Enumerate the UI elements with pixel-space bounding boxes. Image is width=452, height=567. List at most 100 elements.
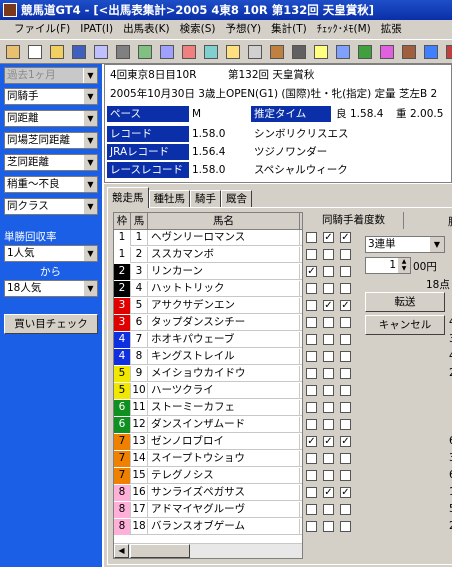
jockey-checkbox[interactable] <box>340 368 351 379</box>
table-row[interactable]: 3 6 タップダンスシチー <box>114 315 302 331</box>
jockey-checkbox[interactable]: ✓ <box>340 232 351 243</box>
page-icon[interactable] <box>25 42 44 61</box>
to-select[interactable]: 18人気 ▼ <box>4 280 98 297</box>
jockey-checkbox[interactable] <box>323 419 334 430</box>
jockey-checkbox[interactable] <box>306 385 317 396</box>
jockey-checkbox[interactable] <box>306 419 317 430</box>
table-row[interactable]: 5 10 ハーツクライ <box>114 383 302 399</box>
period-select[interactable]: 過去1ヶ月 ▼ <box>4 67 98 84</box>
table-row[interactable]: 4 7 ホオキパウェーブ <box>114 332 302 348</box>
table-row[interactable]: 5 9 メイショウカイドウ <box>114 366 302 382</box>
jockey-checkbox[interactable] <box>306 368 317 379</box>
sheet-icon[interactable] <box>201 42 220 61</box>
jockey-checkbox[interactable] <box>306 249 317 260</box>
scroll-left-icon[interactable]: ◀ <box>114 544 129 558</box>
open-icon[interactable] <box>47 42 66 61</box>
jockey-checkbox[interactable] <box>340 453 351 464</box>
jockey-checkbox[interactable] <box>306 317 317 328</box>
table-row[interactable]: 3 5 アサクサデンエン <box>114 298 302 314</box>
music-icon[interactable] <box>377 42 396 61</box>
jockey-checkbox[interactable] <box>306 232 317 243</box>
filter-select-4[interactable]: 稍重〜不良 ▼ <box>4 176 98 193</box>
save-icon[interactable] <box>69 42 88 61</box>
filter-select-0[interactable]: 同騎手 ▼ <box>4 88 98 105</box>
jockey-checkbox[interactable] <box>340 334 351 345</box>
user-icon[interactable] <box>399 42 418 61</box>
jockey-checkbox[interactable] <box>306 283 317 294</box>
jockey-checkbox[interactable] <box>340 419 351 430</box>
jockey-checkbox[interactable] <box>323 521 334 532</box>
chart-icon[interactable] <box>179 42 198 61</box>
print-icon[interactable] <box>113 42 132 61</box>
filter-select-3[interactable]: 芝同距離 ▼ <box>4 154 98 171</box>
jockey-checkbox[interactable] <box>306 351 317 362</box>
jockey-checkbox[interactable] <box>340 385 351 396</box>
jockey-checkbox[interactable] <box>323 504 334 515</box>
grid-icon[interactable] <box>135 42 154 61</box>
scroll-thumb[interactable] <box>130 544 190 558</box>
tab-0[interactable]: 競走馬 <box>107 187 149 208</box>
table-row[interactable]: 8 16 サンライズペガサス <box>114 485 302 501</box>
menu-item-3[interactable]: 検索(S) <box>175 20 221 39</box>
jockey-checkbox[interactable] <box>340 249 351 260</box>
jockey-checkbox[interactable] <box>323 249 334 260</box>
jockey-checkbox[interactable] <box>340 504 351 515</box>
jockey-checkbox[interactable] <box>306 402 317 413</box>
jockey-checkbox[interactable] <box>323 402 334 413</box>
table-row[interactable]: 7 14 スイープトウショウ <box>114 451 302 467</box>
table-row[interactable]: 8 18 バランスオブゲーム <box>114 519 302 535</box>
tab-3[interactable]: 厩舎 <box>221 190 252 208</box>
jockey-checkbox[interactable]: ✓ <box>340 300 351 311</box>
check-button[interactable]: 買い目チェック <box>4 314 98 334</box>
filter-select-5[interactable]: 同クラス ▼ <box>4 198 98 215</box>
jockey-checkbox[interactable] <box>340 402 351 413</box>
menu-item-2[interactable]: 出馬表(K) <box>118 20 175 39</box>
table-row[interactable]: 6 12 ダンスインザムード <box>114 417 302 433</box>
jockey-checkbox[interactable]: ✓ <box>323 487 334 498</box>
table-row[interactable]: 1 2 ススカマンボ <box>114 247 302 263</box>
jockey-checkbox[interactable] <box>323 385 334 396</box>
transfer-button[interactable]: 転送 <box>365 292 445 312</box>
menu-item-7[interactable]: 拡張 <box>376 20 407 39</box>
jockey-checkbox[interactable]: ✓ <box>340 436 351 447</box>
table-row[interactable]: 7 15 テレグノシス <box>114 468 302 484</box>
jockey-checkbox[interactable] <box>306 453 317 464</box>
calendar-icon[interactable] <box>245 42 264 61</box>
jockey-checkbox[interactable]: ✓ <box>323 300 334 311</box>
jockey-checkbox[interactable] <box>323 317 334 328</box>
table-row[interactable]: 6 11 ストーミーカフェ <box>114 400 302 416</box>
list-icon[interactable] <box>91 42 110 61</box>
table-row[interactable]: 1 1 ヘヴンリーロマンス <box>114 230 302 246</box>
jockey-checkbox[interactable] <box>306 334 317 345</box>
memo-icon[interactable] <box>223 42 242 61</box>
jockey-checkbox[interactable]: ✓ <box>323 232 334 243</box>
tab-2[interactable]: 騎手 <box>190 190 221 208</box>
jockey-checkbox[interactable] <box>340 470 351 481</box>
jockey-checkbox[interactable] <box>306 521 317 532</box>
eye-icon[interactable] <box>355 42 374 61</box>
from-select[interactable]: 1人気 ▼ <box>4 245 98 262</box>
jockey-checkbox[interactable] <box>306 487 317 498</box>
table-row[interactable]: 2 4 ハットトリック <box>114 281 302 297</box>
horizontal-scrollbar[interactable]: ◀ <box>114 543 302 558</box>
notes-icon[interactable] <box>311 42 330 61</box>
amount-spinner[interactable]: 1 ▲ ▼ <box>365 257 411 274</box>
jockey-checkbox[interactable]: ✓ <box>323 436 334 447</box>
jockey-checkbox[interactable]: ✓ <box>340 487 351 498</box>
table-row[interactable]: 2 3 リンカーン <box>114 264 302 280</box>
menu-item-5[interactable]: 集計(T) <box>266 20 312 39</box>
exit-icon[interactable] <box>443 42 452 61</box>
jockey-checkbox[interactable] <box>340 317 351 328</box>
table-row[interactable]: 8 17 アドマイヤグルーヴ <box>114 502 302 518</box>
table-icon[interactable] <box>157 42 176 61</box>
filter-select-2[interactable]: 同場芝同距離 ▼ <box>4 132 98 149</box>
jockey-checkbox[interactable] <box>323 334 334 345</box>
jockey-checkbox[interactable] <box>306 470 317 481</box>
jockey-checkbox[interactable] <box>323 283 334 294</box>
help-icon[interactable] <box>421 42 440 61</box>
cancel-button[interactable]: キャンセル <box>365 315 445 335</box>
person-icon[interactable] <box>3 42 22 61</box>
menu-item-1[interactable]: IPAT(I) <box>75 20 118 39</box>
horse-icon[interactable] <box>267 42 286 61</box>
jockey-checkbox[interactable] <box>323 453 334 464</box>
